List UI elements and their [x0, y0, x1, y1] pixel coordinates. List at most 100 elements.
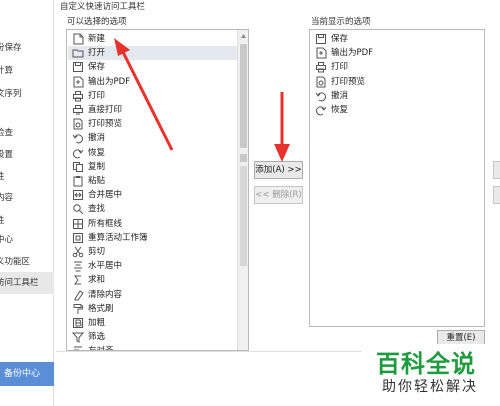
redo-icon [72, 147, 84, 159]
available-list-item[interactable]: 格式刷 [68, 302, 238, 316]
current-list-item[interactable]: 撤消 [311, 89, 483, 103]
sidebar-item[interactable]: 义功能区 [0, 251, 54, 273]
open-folder-icon [72, 47, 84, 59]
available-list-item-label: 撤消 [88, 133, 106, 144]
merge-center-icon [72, 189, 84, 201]
current-list-item-label: 打印预览 [331, 76, 366, 87]
options-sidebar: 份保存 计算 文序列 检查 设置性内容性中心 义功能区 访问工具栏 [0, 0, 54, 406]
available-list-item[interactable]: 清除内容 [68, 288, 238, 302]
available-list-item-label: 保存 [88, 62, 106, 73]
move-down-button[interactable] [493, 186, 500, 204]
pdf-export-icon [315, 47, 327, 59]
available-list-item[interactable]: 剪切 [68, 245, 238, 259]
available-list-item[interactable]: 合并居中 [68, 188, 238, 202]
current-list-item-label: 打印 [331, 62, 349, 73]
copy-icon [72, 161, 84, 173]
current-list-item-label: 恢复 [331, 105, 349, 115]
available-list-item-label: 合并居中 [88, 190, 123, 201]
available-list-item-label: 打开 [88, 48, 106, 59]
sidebar-item[interactable]: 份保存 [0, 37, 54, 59]
filter-icon [71, 331, 85, 343]
available-list-item-label: 粘贴 [88, 176, 106, 186]
sidebar-item[interactable]: 文序列 [0, 83, 54, 105]
available-list-item[interactable]: 求和 [68, 273, 238, 287]
watermark-logo: 百科全说 助你轻松解决 [362, 344, 500, 406]
cut-icon [72, 246, 84, 258]
sidebar-item[interactable]: 中心 [0, 229, 54, 251]
available-list-item-label: 所有框线 [88, 218, 123, 229]
available-list-item[interactable]: 左对齐 [68, 344, 238, 350]
current-list-item-label: 输出为PDF [331, 48, 374, 59]
available-list-item-label: 恢复 [88, 147, 106, 158]
print-icon [315, 61, 327, 73]
scroll-thumb[interactable] [240, 44, 247, 148]
scroll-track-segment [240, 166, 247, 266]
recalculate-icon [72, 232, 84, 244]
undo-icon [72, 132, 84, 144]
sidebar-item[interactable]: 检查 [0, 122, 54, 144]
new-document-icon [72, 33, 84, 45]
scroll-track-segment [240, 154, 247, 162]
available-list-item[interactable]: 水平居中 [68, 259, 238, 273]
available-list-item-label: 清除内容 [88, 289, 123, 300]
paste-icon [72, 175, 84, 187]
clear-content-icon [72, 289, 84, 301]
available-list-item[interactable]: 粘贴 [68, 174, 238, 188]
current-list-item[interactable]: 恢复 [311, 103, 483, 117]
find-icon [72, 203, 84, 215]
print-preview-icon [315, 76, 327, 88]
pdf-export-icon [72, 76, 84, 88]
format-painter-icon [72, 303, 84, 315]
sidebar-item[interactable]: 计算 [0, 60, 54, 82]
all-borders-icon [72, 218, 84, 230]
print-preview-icon [72, 118, 84, 130]
available-list-item[interactable]: 所有框线 [68, 217, 238, 231]
sidebar-item[interactable]: 内容 [0, 187, 54, 209]
sum-icon [72, 274, 84, 286]
available-list-item-label: 求和 [88, 275, 106, 286]
available-options-label: 可以选择的选项 [67, 17, 127, 27]
available-list-item-label: 筛选 [88, 332, 106, 343]
current-options-list[interactable]: 保存输出为PDF 打印打印预览撤消恢复 [309, 29, 485, 327]
available-list-item-label: 加粗 [88, 318, 106, 328]
available-list-item[interactable]: 复制 [68, 160, 238, 174]
scroll-up-arrow-icon[interactable] [238, 30, 249, 42]
available-list-scrollbar[interactable] [237, 30, 248, 350]
available-list-item[interactable]: 查找 [68, 202, 238, 216]
available-list-item[interactable]: 加粗 [68, 316, 238, 330]
save-icon [315, 33, 327, 45]
current-list-item[interactable]: 输出为PDF [311, 46, 483, 60]
available-list-item[interactable]: 筛选 [68, 330, 238, 344]
remove-button[interactable]: << 删除(R) [254, 186, 303, 204]
available-list-item-label: 打印 [88, 90, 106, 101]
backup-center-button[interactable]: 备份中心 [0, 362, 54, 386]
sidebar-item[interactable]: 访问工具栏 [0, 272, 54, 294]
direct-print-icon [72, 104, 84, 116]
current-list-item[interactable]: 打印预览 [311, 75, 483, 89]
bold-icon [72, 317, 84, 329]
watermark-title: 百科全说 [376, 350, 476, 378]
move-up-button[interactable] [493, 161, 500, 179]
annotation-arrow-to-open [114, 38, 174, 151]
available-list-item-label: 重算活动工作簿 [88, 232, 148, 243]
print-icon [72, 90, 84, 102]
sidebar-item[interactable]: 设置 [0, 144, 54, 166]
align-center-icon [72, 260, 84, 272]
redo-icon [315, 104, 327, 116]
current-list-item-label: 保存 [331, 34, 349, 44]
current-options-label: 当前显示的选项 [311, 17, 371, 27]
current-list-item-label: 撤消 [331, 90, 349, 101]
available-list-item-label: 格式刷 [88, 303, 114, 314]
undo-icon [315, 90, 327, 102]
available-list-item[interactable]: 重算活动工作簿 [68, 231, 238, 245]
section-title: 自定义快速访问工具栏 [60, 2, 146, 12]
available-list-item-label: 剪切 [88, 247, 106, 257]
current-list-item[interactable]: 保存 [311, 32, 483, 46]
available-list-item-label: 新建 [88, 34, 106, 44]
save-icon [72, 61, 84, 73]
available-list-item-label: 复制 [88, 161, 106, 172]
sidebar-item[interactable]: 性 [0, 166, 54, 188]
available-list-item-label: 水平居中 [88, 261, 123, 272]
annotation-arrow-to-add [274, 92, 290, 162]
current-list-item[interactable]: 打印 [311, 60, 483, 74]
